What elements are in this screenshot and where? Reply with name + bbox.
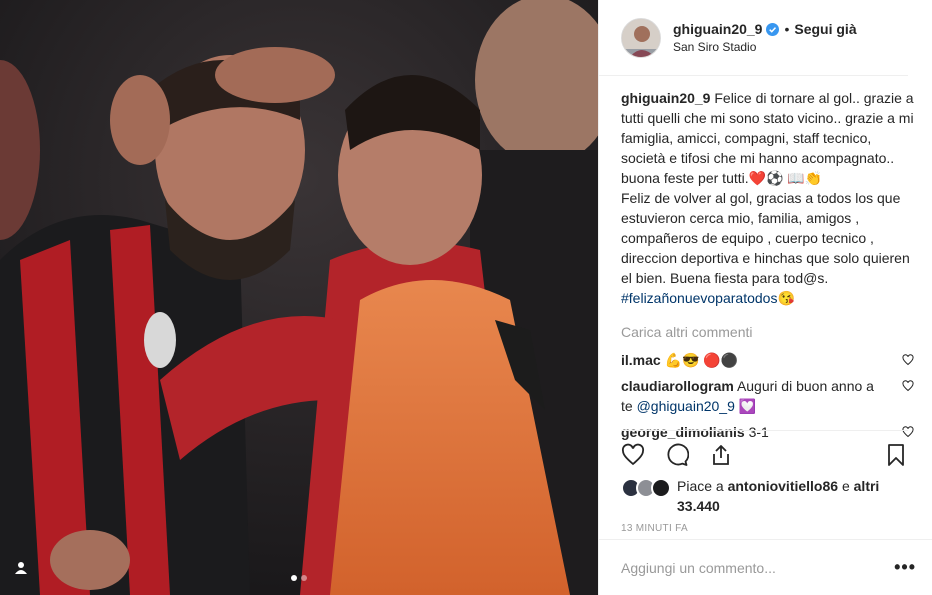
author-username[interactable]: ghiguain20_9 (673, 21, 762, 37)
more-options-button[interactable]: ••• (894, 557, 916, 578)
header-text: ghiguain20_9 • Segui già San Siro Stadio (673, 21, 857, 54)
add-comment-input[interactable] (621, 559, 895, 576)
likes-section: Piace a antoniovitiello86 e altri 33.440 (621, 476, 901, 516)
post-caption: ghiguain20_9 Felice di tornare al gol.. … (621, 88, 916, 308)
caption-text-spanish: Feliz de volver al gol, gracias a todos … (621, 190, 910, 286)
post-side-panel: ghiguain20_9 • Segui già San Siro Stadio… (598, 0, 932, 595)
post-timestamp[interactable]: 13 minuti fa (621, 523, 688, 534)
likes-prefix: Piace a (677, 478, 728, 494)
liker-username[interactable]: antoniovitiello86 (728, 478, 838, 494)
comment-mention[interactable]: @ghiguain20_9 (637, 398, 735, 414)
post-header: ghiguain20_9 • Segui già San Siro Stadio (599, 0, 908, 76)
carousel-indicator (291, 575, 307, 581)
verified-badge-icon (766, 22, 780, 36)
author-avatar[interactable] (621, 17, 661, 58)
comment-username[interactable]: il.mac (621, 352, 661, 368)
instagram-post: ghiguain20_9 • Segui già San Siro Stadio… (0, 0, 932, 595)
liker-avatar[interactable] (651, 478, 671, 498)
comments-section: ghiguain20_9 Felice di tornare al gol.. … (599, 76, 932, 448)
comment-icon[interactable] (665, 443, 689, 467)
caption-username[interactable]: ghiguain20_9 (621, 90, 710, 106)
caption-hashtag-emoji: 😘 (777, 290, 795, 306)
bookmark-icon[interactable] (884, 443, 908, 467)
likes-text: Piace a antoniovitiello86 e altri 33.440 (677, 476, 901, 516)
likes-middle: e (838, 478, 854, 494)
comment-username[interactable]: claudiarollogram (621, 378, 734, 394)
post-location[interactable]: San Siro Stadio (673, 40, 857, 54)
comment-suffix: 💟 (734, 398, 757, 414)
action-bar (621, 430, 908, 467)
post-photo[interactable] (0, 0, 598, 595)
comment-like-heart-icon[interactable] (902, 354, 914, 366)
comment-like-heart-icon[interactable] (902, 380, 914, 392)
load-more-comments-button[interactable]: Carica altri commenti (621, 322, 916, 342)
photo-illustration (0, 0, 598, 595)
header-line: ghiguain20_9 • Segui già (673, 21, 857, 37)
caption-hashtag[interactable]: #felizañonuevoparatodos (621, 290, 777, 306)
carousel-dot-active (291, 575, 297, 581)
heart-icon[interactable] (621, 443, 645, 467)
add-comment-bar: ••• (599, 539, 932, 595)
liker-avatars (621, 478, 671, 516)
header-separator: • (784, 21, 790, 37)
carousel-dot (301, 575, 307, 581)
comment-item: il.mac 💪😎 🔴⚫ (621, 350, 916, 370)
share-icon[interactable] (709, 443, 733, 467)
comment-item: claudiarollogram Auguri di buon anno a t… (621, 376, 916, 416)
following-button[interactable]: Segui già (794, 21, 856, 37)
comment-text: 💪😎 🔴⚫ (664, 352, 739, 368)
user-tag-icon[interactable] (14, 561, 34, 581)
